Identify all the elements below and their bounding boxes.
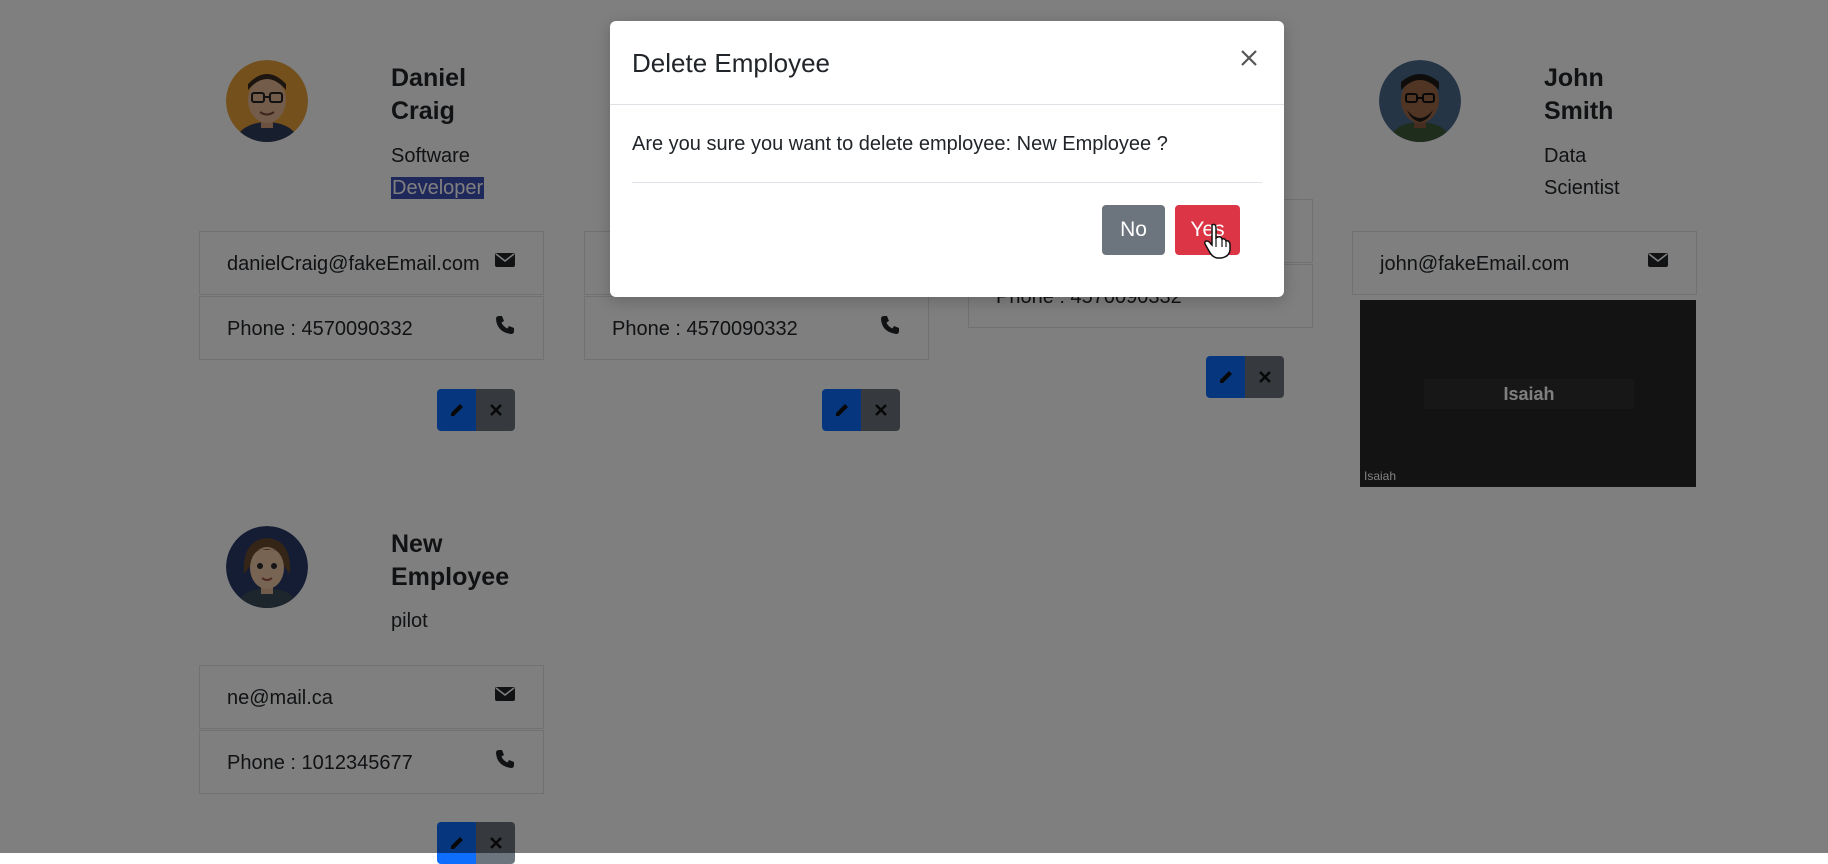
modal-message: Are you sure you want to delete employee… [632,133,1168,155]
modal-divider [632,182,1262,183]
modal-title: Delete Employee [632,48,830,78]
close-button[interactable] [1234,43,1264,73]
modal-header: Delete Employee [610,21,1284,105]
hand-pointer-icon [1203,223,1233,259]
delete-employee-modal: Delete Employee Are you sure you want to… [610,21,1284,297]
close-icon [1241,50,1257,66]
no-button[interactable]: No [1102,205,1165,255]
